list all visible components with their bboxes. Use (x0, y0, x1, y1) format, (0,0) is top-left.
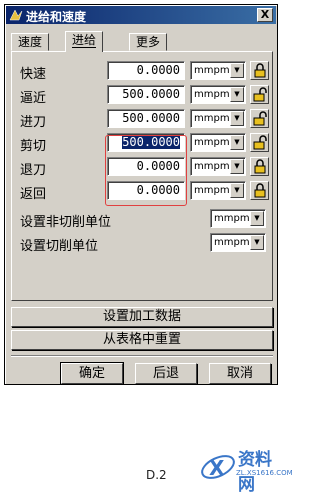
row-label: 退刀 (20, 163, 47, 178)
lock-icon (254, 183, 266, 198)
row-label: 逼近 (20, 91, 47, 106)
feed-value-input[interactable]: 0.0000 (107, 157, 185, 176)
cut-unit-row: 设置切削单位 mmpm ▼ (12, 232, 274, 254)
close-button[interactable]: X (257, 8, 273, 22)
unit-select[interactable]: mmpm ▼ (190, 181, 246, 200)
tab-label: 更多 (136, 35, 161, 49)
feed-value-input[interactable]: 0.0000 (107, 61, 185, 80)
chevron-down-icon[interactable]: ▼ (230, 159, 244, 174)
tab-speed[interactable]: 速度 (11, 33, 50, 51)
watermark-logo-icon: X (201, 455, 235, 480)
chevron-down-icon[interactable]: ▼ (230, 63, 244, 78)
ok-button[interactable]: 确定 (60, 362, 124, 385)
lock-button[interactable] (250, 61, 269, 80)
window-title: 进给和速度 (26, 10, 87, 24)
reset-from-table-button[interactable]: 从表格中重置 (11, 330, 273, 350)
row-label: 设置非切削单位 (20, 215, 112, 230)
row-label: 快速 (20, 67, 47, 82)
feed-row-return: 返回 0.0000 mmpm ▼ (12, 180, 274, 202)
chevron-down-icon[interactable]: ▼ (250, 211, 264, 226)
set-machining-data-button[interactable]: 设置加工数据 (11, 307, 273, 327)
unit-select[interactable]: mmpm ▼ (190, 109, 246, 128)
unlock-icon (253, 135, 267, 150)
figure-caption: D.2 (146, 468, 167, 482)
watermark: X 资料网 ZL.XS1616.COM (198, 445, 293, 493)
cancel-button[interactable]: 取消 (209, 363, 271, 384)
unit-select[interactable]: mmpm ▼ (190, 157, 246, 176)
feed-row-rapid: 快速 0.0000 mmpm ▼ (12, 60, 274, 82)
chevron-down-icon[interactable]: ▼ (230, 87, 244, 102)
tab-strip: 速度 进给 更多 (11, 31, 273, 52)
app-logo-icon (9, 9, 23, 21)
unit-select[interactable]: mmpm ▼ (210, 233, 266, 252)
tab-more[interactable]: 更多 (129, 33, 168, 51)
tab-label: 进给 (72, 33, 97, 48)
chevron-down-icon[interactable]: ▼ (230, 183, 244, 198)
row-label: 剪切 (20, 139, 47, 154)
feed-panel: 快速 0.0000 mmpm ▼ 逼近 500.0000 mmpm ▼ 进刀 500… (11, 51, 273, 301)
lock-button[interactable] (250, 157, 269, 176)
divider (11, 355, 273, 357)
unit-select[interactable]: mmpm ▼ (210, 209, 266, 228)
feed-value-input[interactable]: 500.0000 (107, 133, 185, 152)
lock-button[interactable] (250, 181, 269, 200)
unlock-button[interactable] (250, 109, 269, 128)
feed-row-retract: 退刀 0.0000 mmpm ▼ (12, 156, 274, 178)
feed-value-input[interactable]: 0.0000 (107, 181, 185, 200)
feed-value-input[interactable]: 500.0000 (107, 109, 185, 128)
feed-row-cut: 剪切 500.0000 mmpm ▼ (12, 132, 274, 154)
noncut-unit-row: 设置非切削单位 mmpm ▼ (12, 208, 274, 230)
row-label: 进刀 (20, 115, 47, 130)
chevron-down-icon[interactable]: ▼ (230, 111, 244, 126)
lock-icon (254, 159, 266, 174)
feeds-speeds-dialog: 进给和速度 X 速度 进给 更多 快速 0.0000 mmpm ▼ 逼近 500.… (4, 4, 278, 385)
unlock-button[interactable] (250, 133, 269, 152)
unlock-icon (253, 87, 267, 102)
row-label: 设置切削单位 (20, 239, 99, 254)
watermark-url: ZL.XS1616.COM (236, 469, 293, 477)
tab-feed[interactable]: 进给 (65, 31, 104, 52)
chevron-down-icon[interactable]: ▼ (250, 235, 264, 250)
feed-value-input[interactable]: 500.0000 (107, 85, 185, 104)
feed-row-engage: 进刀 500.0000 mmpm ▼ (12, 108, 274, 130)
unlock-icon (253, 111, 267, 126)
back-button[interactable]: 后退 (135, 363, 197, 384)
feed-row-approach: 逼近 500.0000 mmpm ▼ (12, 84, 274, 106)
unit-select[interactable]: mmpm ▼ (190, 61, 246, 80)
lock-icon (254, 63, 266, 78)
tab-label: 速度 (18, 35, 43, 49)
svg-text:X: X (209, 456, 225, 480)
row-label: 返回 (20, 187, 47, 202)
chevron-down-icon[interactable]: ▼ (230, 135, 244, 150)
unit-select[interactable]: mmpm ▼ (190, 133, 246, 152)
unit-select[interactable]: mmpm ▼ (190, 85, 246, 104)
title-bar[interactable]: 进给和速度 X (6, 6, 276, 24)
unlock-button[interactable] (250, 85, 269, 104)
